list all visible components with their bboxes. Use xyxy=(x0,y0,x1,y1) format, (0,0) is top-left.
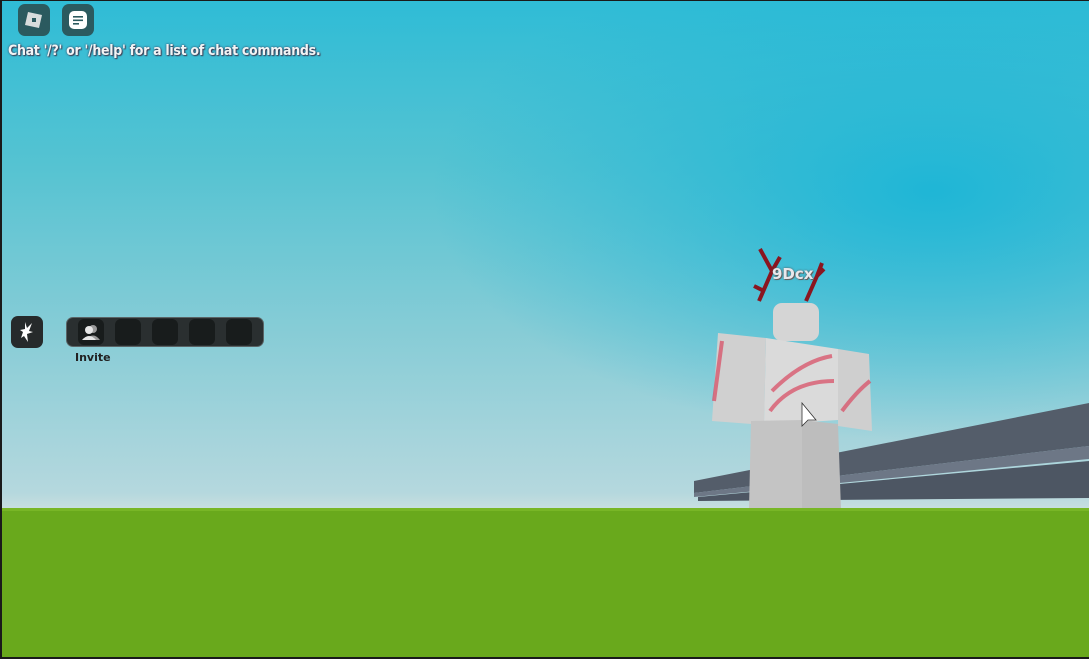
invite-slot[interactable] xyxy=(78,319,104,345)
chat-hint-text: Chat '/?' or '/help' for a list of chat … xyxy=(8,43,321,59)
avatar-right-leg xyxy=(802,420,841,510)
chat-button[interactable] xyxy=(62,4,94,36)
emote-icon xyxy=(20,322,33,342)
roblox-logo-icon xyxy=(25,12,42,28)
hotbar-slot-empty[interactable] xyxy=(115,319,141,345)
chat-icon xyxy=(69,11,87,29)
invite-friends-icon xyxy=(82,325,100,340)
avatar-head xyxy=(773,303,819,341)
hotbar-slot-empty[interactable] xyxy=(189,319,215,345)
invite-label: Invite xyxy=(75,351,111,364)
ground-baseplate xyxy=(2,508,1089,657)
emote-button[interactable] xyxy=(11,316,43,348)
hotbar xyxy=(66,317,264,347)
roblox-menu-button[interactable] xyxy=(18,4,50,36)
avatar-left-leg xyxy=(749,420,802,510)
player-nametag: 9Dcx xyxy=(772,265,814,283)
avatar-right-arm xyxy=(838,349,872,431)
hotbar-slot-empty[interactable] xyxy=(226,319,252,345)
hotbar-slot-empty[interactable] xyxy=(152,319,178,345)
